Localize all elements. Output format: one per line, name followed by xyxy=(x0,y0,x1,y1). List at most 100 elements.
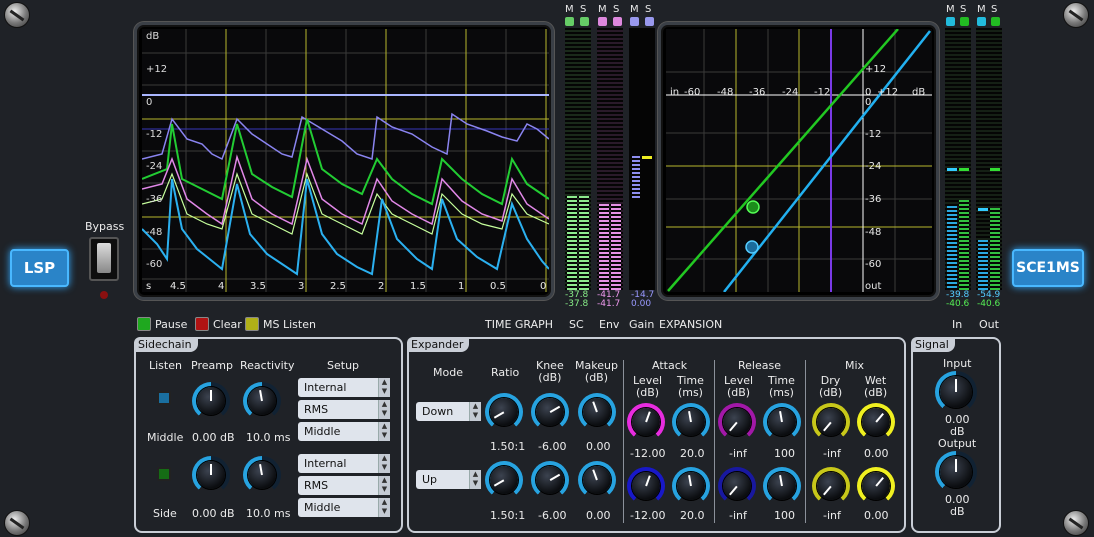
tr-y-label: -36 xyxy=(865,194,882,205)
clear-checkbox[interactable] xyxy=(195,317,209,331)
bypass-label: Bypass xyxy=(85,220,125,233)
sc-m-toggle[interactable] xyxy=(565,17,574,26)
input-gain-knob[interactable] xyxy=(935,371,977,413)
out-meter-label: Out xyxy=(979,318,999,331)
gain-s-value: 0.00 xyxy=(631,299,652,309)
tg-y-label: -48 xyxy=(146,227,163,238)
middle-listen-button[interactable] xyxy=(157,391,171,405)
up-makeup-knob[interactable] xyxy=(578,461,616,499)
plugin-name-button[interactable]: SCE1MS xyxy=(1012,249,1084,287)
down-knee-value: -6.00 xyxy=(538,440,567,453)
tg-y-label: -60 xyxy=(146,259,163,270)
down-knee-knob[interactable] xyxy=(531,393,569,431)
down-ratio-knob[interactable] xyxy=(485,393,523,431)
tg-y-label: -24 xyxy=(146,161,163,172)
side-label: Side xyxy=(153,507,177,520)
dry-header: Dry (dB) xyxy=(819,374,843,399)
side-mode-select[interactable]: RMS ▲ ▼ xyxy=(298,476,390,495)
sc-meter xyxy=(565,28,591,290)
down-dry-knob[interactable] xyxy=(812,403,850,441)
up-ratio-knob[interactable] xyxy=(485,461,523,499)
down-mode-select[interactable]: Down ▲ ▼ xyxy=(416,402,481,421)
output-gain-knob[interactable] xyxy=(935,451,977,493)
up-release-level-knob[interactable] xyxy=(718,467,756,505)
tr-y-label: -60 xyxy=(865,259,882,270)
side-split-select[interactable]: Middle ▲ ▼ xyxy=(298,498,390,517)
tg-x-label: 3 xyxy=(298,281,305,292)
tg-x-label: 1 xyxy=(458,281,465,292)
down-release-level-value: -inf xyxy=(729,447,747,460)
up-knee-knob[interactable] xyxy=(531,461,569,499)
attack-level-header: Level (dB) xyxy=(633,374,663,399)
sc-s-toggle[interactable] xyxy=(580,17,589,26)
transfer-graph xyxy=(666,29,932,292)
down-makeup-knob[interactable] xyxy=(578,393,616,431)
down-ratio-value: 1.50:1 xyxy=(490,440,526,453)
env-s-label: S xyxy=(613,4,620,15)
middle-source-select[interactable]: Internal ▲ ▼ xyxy=(298,378,390,397)
wet-header: Wet (dB) xyxy=(864,374,888,399)
up-attack-time-knob[interactable] xyxy=(672,467,710,505)
out-m-toggle[interactable] xyxy=(977,17,986,26)
up-wet-knob[interactable] xyxy=(857,467,895,505)
out-s-toggle[interactable] xyxy=(991,17,1000,26)
side-preamp-knob[interactable] xyxy=(192,456,230,494)
in-m-toggle[interactable] xyxy=(946,17,955,26)
tr-y-label: out xyxy=(865,281,882,292)
up-makeup-value: 0.00 xyxy=(586,509,611,522)
tr-x-label: -48 xyxy=(717,87,734,98)
up-attack-level-value: -12.00 xyxy=(630,509,666,522)
down-release-time-knob[interactable] xyxy=(763,403,801,441)
up-knee-value: -6.00 xyxy=(538,509,567,522)
down-attack-level-knob[interactable] xyxy=(627,403,665,441)
sc-s-label: S xyxy=(580,4,587,15)
tr-y-label: -48 xyxy=(865,227,882,238)
tg-x-label: 0.5 xyxy=(490,281,506,292)
in-s-toggle[interactable] xyxy=(960,17,969,26)
side-source-select[interactable]: Internal ▲ ▼ xyxy=(298,454,390,473)
knee-header: Knee (dB) xyxy=(536,359,564,384)
side-preamp-value: 0.00 dB xyxy=(192,507,235,520)
tr-x-label: -24 xyxy=(782,87,799,98)
bypass-switch[interactable] xyxy=(89,237,119,281)
down-attack-time-knob[interactable] xyxy=(672,403,710,441)
env-meter xyxy=(597,28,623,290)
down-wet-knob[interactable] xyxy=(857,403,895,441)
middle-preamp-knob[interactable] xyxy=(192,382,230,420)
up-release-time-knob[interactable] xyxy=(763,467,801,505)
lsp-logo[interactable]: LSP xyxy=(10,249,69,287)
pause-label: Pause xyxy=(155,318,188,331)
ms-listen-checkbox[interactable] xyxy=(245,317,259,331)
env-m-toggle[interactable] xyxy=(598,17,607,26)
screw-icon xyxy=(4,2,30,28)
out-s-label: S xyxy=(991,4,998,15)
env-s-value: -41.7 xyxy=(597,299,621,309)
middle-split-select[interactable]: Middle ▲ ▼ xyxy=(298,422,390,441)
env-s-toggle[interactable] xyxy=(613,17,622,26)
down-release-level-knob[interactable] xyxy=(718,403,756,441)
up-attack-level-knob[interactable] xyxy=(627,467,665,505)
out-s-value: -40.6 xyxy=(977,299,1001,309)
divider xyxy=(714,360,715,523)
signal-title: Signal xyxy=(911,337,955,352)
tr-x-label: -12 xyxy=(814,87,831,98)
gain-meter-label: Gain xyxy=(629,318,655,331)
down-attack-level-value: -12.00 xyxy=(630,447,666,460)
setup-header: Setup xyxy=(327,359,360,372)
screw-icon xyxy=(4,510,30,536)
middle-mode-select[interactable]: RMS ▲ ▼ xyxy=(298,400,390,419)
tg-x-label: 4 xyxy=(218,281,225,292)
side-listen-button[interactable] xyxy=(157,467,171,481)
sc-m-label: M xyxy=(565,4,574,15)
middle-reactivity-knob[interactable] xyxy=(243,382,281,420)
in-meter xyxy=(945,28,971,290)
tg-x-label: 2.5 xyxy=(330,281,346,292)
gain-s-toggle[interactable] xyxy=(645,17,654,26)
up-dry-knob[interactable] xyxy=(812,467,850,505)
tg-x-label: 4.5 xyxy=(170,281,186,292)
side-reactivity-knob[interactable] xyxy=(243,456,281,494)
env-m-label: M xyxy=(598,4,607,15)
pause-checkbox[interactable] xyxy=(137,317,151,331)
gain-m-toggle[interactable] xyxy=(630,17,639,26)
up-mode-select[interactable]: Up ▲ ▼ xyxy=(416,470,481,489)
